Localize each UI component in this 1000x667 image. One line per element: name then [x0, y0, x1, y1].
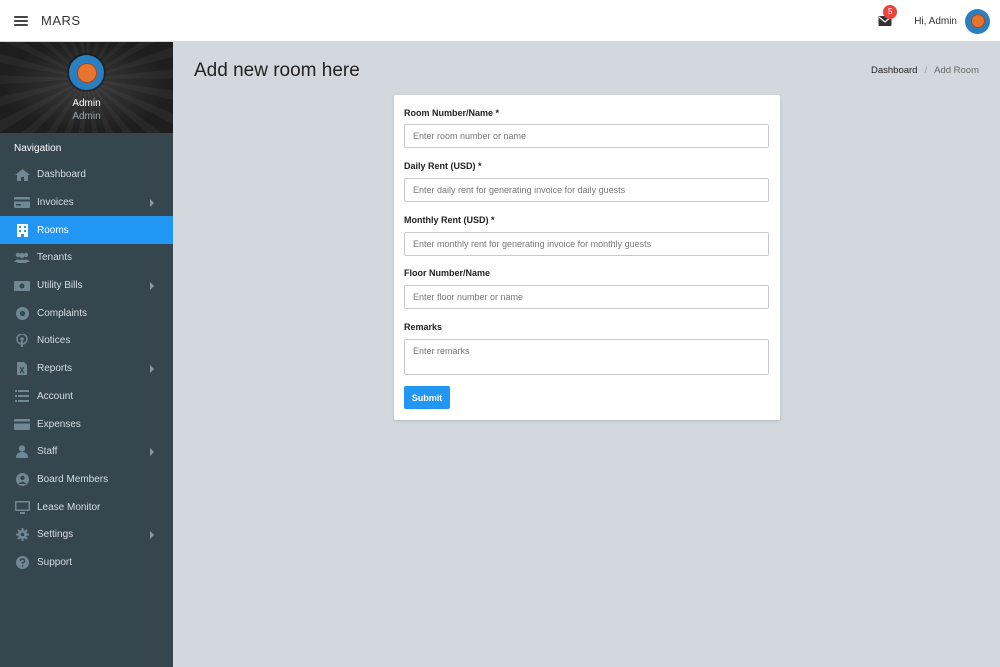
sidebar-item-label: Dashboard: [37, 169, 86, 181]
list-icon: [14, 389, 30, 403]
top-bar: MARS 5 Hi, Admin: [0, 0, 1000, 42]
remarks-textarea[interactable]: [404, 339, 769, 375]
sidebar-item-rooms[interactable]: Rooms: [0, 216, 173, 245]
profile-name: Admin: [72, 98, 101, 109]
basketball-icon: [970, 14, 985, 28]
sidebar-item-label: Expenses: [37, 418, 81, 430]
file-report-icon: [14, 362, 30, 376]
app-title: MARS: [41, 13, 81, 28]
card-icon: [14, 417, 30, 431]
sidebar-item-notices[interactable]: Notices: [0, 327, 173, 355]
daily-rent-label: Daily Rent (USD) *: [404, 161, 482, 171]
profile-role: Admin: [72, 111, 101, 122]
gear-icon: [14, 528, 30, 542]
user-avatar[interactable]: [965, 8, 990, 34]
caret-right-icon: [150, 530, 154, 539]
sidebar-item-label: Tenants: [37, 252, 73, 264]
building-icon: [14, 223, 30, 237]
money-bill-icon: [14, 279, 30, 293]
add-room-form: Room Number/Name * Daily Rent (USD) * Mo…: [394, 95, 780, 420]
question-icon: [14, 555, 30, 569]
sidebar-item-label: Support: [37, 556, 73, 568]
room-number-label: Room Number/Name *: [404, 108, 500, 118]
sidebar-item-lease-monitor[interactable]: Lease Monitor: [0, 493, 173, 521]
sidebar-item-label: Invoices: [37, 197, 74, 209]
basketball-icon: [76, 62, 97, 83]
sidebar-item-staff[interactable]: Staff: [0, 438, 173, 466]
sidebar-item-invoices[interactable]: Invoices: [0, 189, 173, 217]
caret-right-icon: [150, 281, 154, 290]
sidebar-item-label: Reports: [37, 363, 73, 375]
caret-right-icon: [150, 447, 154, 456]
daily-rent-input[interactable]: [404, 178, 769, 202]
menu-toggle-icon[interactable]: [14, 15, 28, 26]
user-greeting[interactable]: Hi, Admin: [914, 16, 957, 27]
nav-heading: Navigation: [14, 143, 62, 154]
user-icon: [14, 445, 30, 459]
profile-avatar[interactable]: [69, 55, 104, 90]
floor-number-label: Floor Number/Name: [404, 268, 491, 278]
sidebar-item-account[interactable]: Account: [0, 383, 173, 411]
top-right-area: 5 Hi, Admin: [878, 0, 990, 42]
sidebar-item-label: Notices: [37, 335, 71, 347]
breadcrumb-dashboard-link[interactable]: Dashboard: [871, 65, 917, 76]
sidebar-item-settings[interactable]: Settings: [0, 521, 173, 549]
sidebar-item-label: Utility Bills: [37, 280, 83, 292]
user-circle-icon: [14, 472, 30, 486]
sidebar-item-board-members[interactable]: Board Members: [0, 466, 173, 494]
users-icon: [14, 251, 30, 265]
monthly-rent-label: Monthly Rent (USD) *: [404, 215, 495, 225]
submit-button[interactable]: Submit: [404, 386, 450, 409]
sidebar-item-label: Rooms: [37, 224, 69, 236]
lifebuoy-icon: [14, 306, 30, 320]
monitor-icon: [14, 500, 30, 514]
caret-right-icon: [150, 364, 154, 373]
sidebar-item-expenses[interactable]: Expenses: [0, 410, 173, 438]
monthly-rent-input[interactable]: [404, 232, 769, 256]
breadcrumb: Dashboard / Add Room: [871, 65, 979, 76]
podcast-icon: [14, 334, 30, 348]
sidebar-item-dashboard[interactable]: Dashboard: [0, 161, 173, 189]
sidebar-item-tenants[interactable]: Tenants: [0, 244, 173, 272]
page-title: Add new room here: [194, 60, 360, 81]
sidebar: Admin Admin Navigation Dashboard Invoice…: [0, 42, 173, 667]
room-number-input[interactable]: [404, 124, 769, 148]
credit-card-icon: [14, 196, 30, 210]
sidebar-item-label: Staff: [37, 446, 58, 458]
sidebar-item-complaints[interactable]: Complaints: [0, 299, 173, 327]
breadcrumb-separator: /: [924, 65, 928, 76]
sidebar-item-label: Account: [37, 390, 74, 402]
notification-badge: 5: [883, 5, 898, 19]
caret-right-icon: [150, 198, 154, 207]
home-icon: [14, 168, 30, 182]
profile-panel: Admin Admin: [0, 42, 173, 133]
remarks-label: Remarks: [404, 322, 443, 332]
sidebar-item-label: Board Members: [37, 473, 109, 485]
sidebar-item-label: Settings: [37, 529, 74, 541]
sidebar-item-label: Complaints: [37, 307, 88, 319]
sidebar-item-support[interactable]: Support: [0, 549, 173, 577]
sidebar-item-utility-bills[interactable]: Utility Bills: [0, 272, 173, 300]
mail-icon[interactable]: 5: [878, 5, 898, 27]
floor-number-input[interactable]: [404, 285, 769, 309]
breadcrumb-current: Add Room: [934, 65, 979, 76]
sidebar-item-label: Lease Monitor: [37, 501, 101, 513]
sidebar-item-reports[interactable]: Reports: [0, 355, 173, 383]
